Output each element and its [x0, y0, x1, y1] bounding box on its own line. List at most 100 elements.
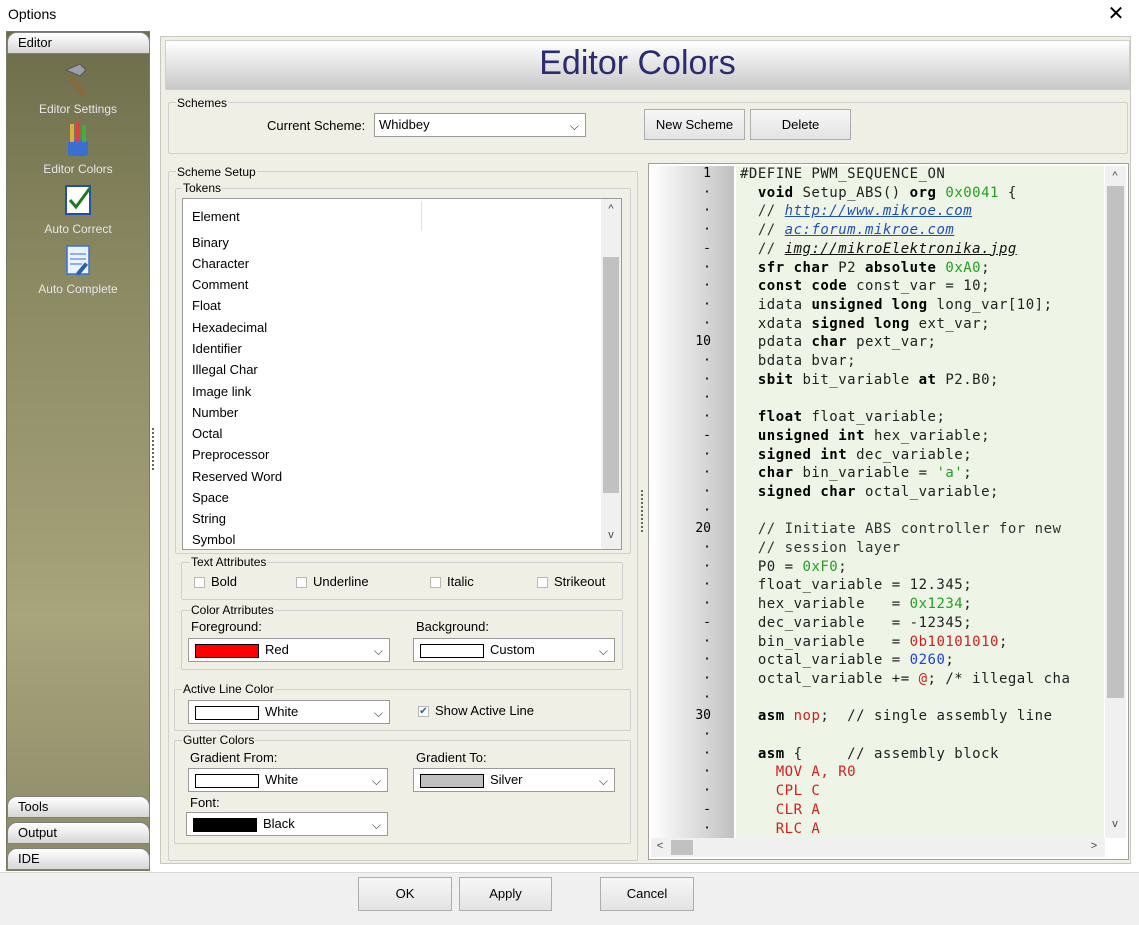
token-item[interactable]: Illegal Char — [192, 362, 258, 377]
ok-button[interactable]: OK — [358, 877, 452, 911]
chevron-down-icon: ⌵ — [373, 706, 383, 720]
token-item[interactable]: Reserved Word — [192, 469, 282, 484]
scroll-right-icon[interactable]: > — [1085, 840, 1103, 852]
token-item[interactable]: String — [192, 511, 226, 526]
line-number: 10 — [695, 334, 711, 350]
tokens-scroll-thumb[interactable] — [603, 257, 619, 493]
code-token: P0 = — [740, 558, 803, 575]
panel-splitter[interactable] — [641, 490, 644, 532]
background-label: Background: — [416, 619, 489, 634]
show-active-line-label: Show Active Line — [435, 703, 535, 718]
cancel-button[interactable]: Cancel — [600, 877, 694, 911]
line-number: · — [703, 203, 711, 219]
preview-horizontal-scrollbar[interactable]: < > — [651, 838, 1105, 857]
strikeout-checkbox[interactable]: Strikeout — [537, 574, 605, 589]
underline-checkbox[interactable]: Underline — [296, 574, 369, 589]
delete-scheme-button[interactable]: Delete — [750, 109, 851, 140]
code-token: { — [998, 184, 1017, 201]
code-line: CPL C — [740, 783, 820, 799]
foreground-color-select[interactable]: Red ⌵ — [188, 638, 390, 662]
bold-checkbox[interactable]: Bold — [194, 574, 237, 589]
token-item[interactable]: Float — [192, 298, 221, 313]
token-item[interactable]: Comment — [192, 277, 248, 292]
gradient-to-select[interactable]: Silver ⌵ — [413, 768, 615, 792]
scroll-up-icon[interactable]: ^ — [602, 203, 620, 215]
sidebar-item-auto-correct[interactable]: Auto Correct — [7, 180, 149, 236]
code-line: hex_variable = 0x1234; — [740, 596, 972, 612]
line-number: · — [703, 596, 711, 612]
token-item[interactable]: Preprocessor — [192, 447, 269, 462]
current-scheme-value: Whidbey — [379, 117, 430, 132]
close-button[interactable]: ✕ — [1099, 2, 1133, 28]
sidebar-tab-ide[interactable]: IDE — [7, 848, 150, 870]
new-scheme-button[interactable]: New Scheme — [644, 109, 745, 140]
sidebar-tab-tools[interactable]: Tools — [7, 796, 150, 818]
token-item[interactable]: Hexadecimal — [192, 320, 267, 335]
show-active-line-checkbox[interactable]: ✔ Show Active Line — [418, 703, 534, 718]
sidebar-item-editor-colors[interactable]: Editor Colors — [7, 120, 149, 176]
token-item[interactable]: Image link — [192, 384, 251, 399]
sidebar-tab-editor[interactable]: Editor — [7, 32, 150, 54]
code-token: octal_variable; — [856, 483, 999, 500]
line-number: · — [703, 670, 711, 686]
current-scheme-select[interactable]: Whidbey ⌵ — [374, 113, 586, 137]
token-item[interactable]: Number — [192, 405, 238, 420]
code-token: float_variable; — [802, 409, 946, 426]
line-number: · — [703, 820, 711, 836]
preview-hscroll-thumb[interactable] — [671, 840, 693, 855]
token-item[interactable]: Identifier — [192, 341, 242, 356]
line-number: 20 — [695, 521, 711, 537]
code-token: dec_variable = -12345; — [740, 614, 973, 631]
code-token: 0260 — [909, 652, 946, 669]
scroll-down-icon[interactable]: v — [1106, 818, 1124, 830]
gradient-from-select[interactable]: White ⌵ — [188, 768, 388, 792]
token-item[interactable]: Character — [192, 256, 249, 271]
preview-vscroll-thumb[interactable] — [1107, 186, 1124, 698]
foreground-label: Foreground: — [191, 619, 262, 634]
scroll-up-icon[interactable]: ^ — [1106, 170, 1124, 182]
code-line: const code const_var = 10; — [740, 278, 990, 294]
code-token: unsigned long — [811, 296, 928, 313]
sidebar-splitter[interactable] — [152, 428, 155, 470]
sidebar-item-editor-settings[interactable]: Editor Settings — [7, 60, 149, 116]
code-token: asm — [740, 745, 785, 762]
scroll-left-icon[interactable]: < — [651, 840, 669, 852]
tokens-list[interactable]: Element Binary Character Comment Float H… — [182, 198, 622, 550]
code-token: bit_variable — [793, 371, 919, 388]
tokens-scrollbar[interactable]: ^ v — [601, 199, 621, 549]
code-token: ; — [963, 465, 973, 482]
code-token: absolute — [865, 259, 937, 276]
sidebar-item-auto-complete[interactable]: Auto Complete — [7, 240, 149, 296]
code-token: pdata — [740, 334, 812, 351]
code-token: ; — [981, 259, 991, 276]
token-item[interactable]: Binary — [192, 235, 229, 250]
code-line: float_variable = 12.345; — [740, 577, 972, 593]
code-token: ; — [998, 633, 1008, 650]
active-line-label: Active Line Color — [182, 682, 275, 696]
code-token: unsigned int — [740, 427, 866, 444]
line-number: · — [703, 745, 711, 761]
token-item[interactable]: Octal — [192, 426, 222, 441]
preview-vertical-scrollbar[interactable]: ^ v — [1105, 166, 1126, 838]
sidebar-tab-output[interactable]: Output — [7, 822, 150, 844]
code-token: ext_var; — [909, 315, 991, 332]
paint-brushes-icon — [68, 122, 88, 156]
line-number: · — [703, 390, 711, 406]
apply-button[interactable]: Apply — [459, 877, 552, 911]
token-item[interactable]: Space — [192, 490, 229, 505]
code-token: ; /* illegal cha — [927, 670, 1071, 687]
code-line: // ac:forum.mikroe.com — [740, 222, 954, 238]
scroll-down-icon[interactable]: v — [602, 529, 620, 541]
italic-checkbox[interactable]: Italic — [430, 574, 474, 589]
background-swatch — [420, 643, 484, 658]
gradient-to-swatch — [420, 773, 484, 788]
code-token: signed long — [811, 315, 910, 332]
code-token: ac:forum.mikroe.com — [784, 222, 955, 239]
code-token: P2.B0; — [936, 371, 999, 388]
code-token: sfr char — [740, 259, 830, 276]
background-color-select[interactable]: Custom ⌵ — [413, 638, 615, 662]
line-number: 30 — [695, 708, 711, 724]
active-line-color-select[interactable]: White ⌵ — [188, 700, 390, 724]
token-item[interactable]: Symbol — [192, 532, 235, 547]
gutter-font-color-select[interactable]: Black ⌵ — [186, 812, 388, 836]
